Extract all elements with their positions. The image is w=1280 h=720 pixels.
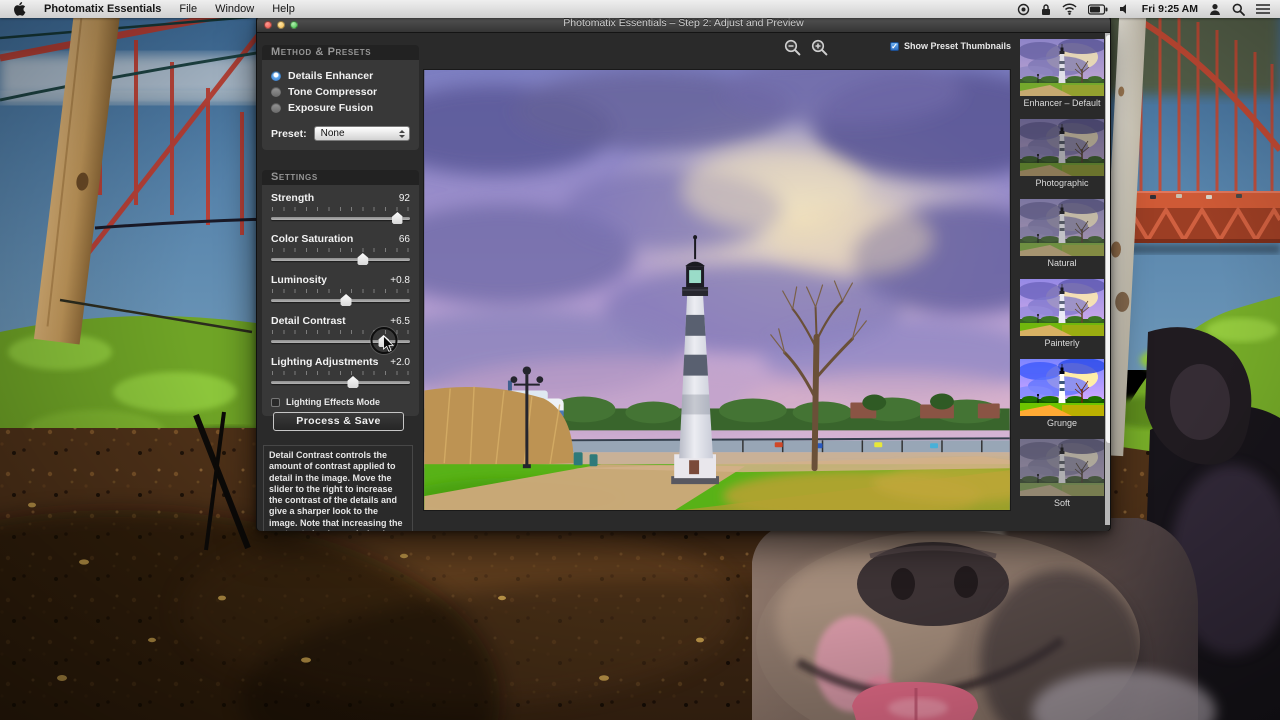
preset-thumbnail-image bbox=[1020, 359, 1104, 416]
radio-icon[interactable] bbox=[271, 86, 281, 97]
slider-track[interactable] bbox=[271, 381, 410, 384]
mouse-cursor-icon bbox=[382, 336, 394, 352]
preset-label: Preset: bbox=[271, 127, 307, 140]
slider-value: +6.5 bbox=[390, 316, 410, 327]
volume-icon[interactable] bbox=[1119, 3, 1131, 15]
apple-menu-icon[interactable] bbox=[14, 2, 26, 16]
method-presets-section: Method & Presets Details Enhancer Tone C… bbox=[262, 45, 419, 150]
detail-contrast-description: Detail Contrast controls the amount of c… bbox=[263, 445, 413, 531]
slider-thumb[interactable] bbox=[357, 253, 369, 265]
menu-item-file[interactable]: File bbox=[179, 3, 197, 15]
radio-tone-compressor[interactable]: Tone Compressor bbox=[271, 84, 410, 99]
menu-item-app[interactable]: Photomatix Essentials bbox=[44, 3, 161, 15]
radio-icon[interactable] bbox=[271, 102, 281, 113]
slider-label: Lighting Adjustments bbox=[271, 356, 379, 368]
radio-selected-icon[interactable] bbox=[271, 70, 281, 81]
slider-value: 66 bbox=[398, 234, 410, 245]
slider-ticks bbox=[272, 248, 409, 252]
slider-ticks bbox=[272, 289, 409, 293]
preview-image bbox=[423, 69, 1011, 511]
battery-icon[interactable] bbox=[1087, 3, 1108, 15]
slider-ticks bbox=[272, 207, 409, 211]
preset-thumb-grunge[interactable]: Grunge bbox=[1020, 359, 1104, 428]
slider-color-saturation: Color Saturation 66 bbox=[271, 233, 410, 266]
slider-luminosity: Luminosity +0.8 bbox=[271, 274, 410, 307]
window-title-bar[interactable]: Photomatix Essentials – Step 2: Adjust a… bbox=[257, 16, 1110, 33]
preset-thumbnail-image bbox=[1020, 279, 1104, 336]
slider-label: Detail Contrast bbox=[271, 315, 346, 327]
preset-thumbnail-image bbox=[1020, 439, 1104, 496]
scrollbar-track[interactable] bbox=[1105, 33, 1110, 525]
mouse-cursor-ring bbox=[370, 327, 398, 354]
slider-label: Color Saturation bbox=[271, 233, 354, 245]
radio-details-enhancer[interactable]: Details Enhancer bbox=[271, 68, 410, 83]
preset-dropdown[interactable]: None bbox=[313, 126, 410, 141]
checkbox-checked-icon[interactable]: ✓ bbox=[889, 41, 899, 51]
method-presets-header: Method & Presets bbox=[262, 45, 419, 60]
lighting-effects-mode-checkbox[interactable]: Lighting Effects Mode bbox=[271, 397, 410, 407]
slider-label: Luminosity bbox=[271, 274, 328, 286]
settings-header: Settings bbox=[262, 170, 419, 185]
checkbox-unchecked-icon[interactable] bbox=[271, 397, 280, 407]
wifi-icon[interactable] bbox=[1062, 3, 1077, 15]
zoom-in-icon[interactable] bbox=[811, 39, 828, 56]
menu-item-window[interactable]: Window bbox=[215, 3, 254, 15]
preset-thumb-photographic[interactable]: Photographic bbox=[1020, 119, 1104, 188]
scrollbar-thumb[interactable] bbox=[1105, 35, 1110, 443]
slider-track[interactable] bbox=[271, 258, 410, 261]
stepper-icon bbox=[396, 128, 407, 139]
window-title: Photomatix Essentials – Step 2: Adjust a… bbox=[563, 17, 804, 29]
settings-section: Settings Strength 92 Color Saturation 66 Lum… bbox=[262, 170, 419, 416]
preset-thumbnail-image bbox=[1020, 39, 1104, 96]
preset-thumbnail-image bbox=[1020, 199, 1104, 256]
slider-track[interactable] bbox=[271, 217, 410, 220]
slider-lighting-adjustments: Lighting Adjustments +2.0 bbox=[271, 356, 410, 389]
slider-value: +2.0 bbox=[390, 357, 410, 368]
slider-thumb[interactable] bbox=[391, 212, 403, 224]
menu-clock[interactable]: Fri 9:25 AM bbox=[1142, 3, 1198, 15]
record-icon[interactable] bbox=[1017, 3, 1030, 16]
preset-thumb-natural[interactable]: Natural bbox=[1020, 199, 1104, 268]
slider-detail-contrast: Detail Contrast +6.5 bbox=[271, 315, 410, 354]
menu-bar: Photomatix Essentials File Window Help F… bbox=[0, 0, 1280, 18]
slider-track[interactable] bbox=[271, 299, 410, 302]
preset-dropdown-value: None bbox=[320, 128, 345, 139]
preset-thumb-painterly[interactable]: Painterly bbox=[1020, 279, 1104, 348]
slider-strength: Strength 92 bbox=[271, 192, 410, 225]
slider-thumb[interactable] bbox=[347, 376, 359, 388]
preset-thumb-enhancer-default[interactable]: Enhancer – Default bbox=[1020, 39, 1104, 108]
preset-thumb-soft[interactable]: Soft bbox=[1020, 439, 1104, 508]
app-window: Photomatix Essentials – Step 2: Adjust a… bbox=[256, 15, 1111, 531]
radio-exposure-fusion[interactable]: Exposure Fusion bbox=[271, 100, 410, 115]
slider-value: 92 bbox=[398, 193, 410, 204]
menu-item-help[interactable]: Help bbox=[272, 3, 295, 15]
lock-icon[interactable] bbox=[1041, 3, 1051, 16]
slider-ticks bbox=[272, 371, 409, 375]
show-preset-thumbnails-checkbox[interactable]: ✓ Show Preset Thumbnails bbox=[889, 41, 1011, 51]
zoom-out-icon[interactable] bbox=[784, 39, 801, 56]
presets-panel: Enhancer – Default Photographic Natural … bbox=[1015, 33, 1110, 531]
preset-thumbnail-image bbox=[1020, 119, 1104, 176]
user-icon[interactable] bbox=[1209, 3, 1221, 16]
slider-thumb[interactable] bbox=[340, 294, 352, 306]
spotlight-icon[interactable] bbox=[1232, 3, 1245, 16]
slider-label: Strength bbox=[271, 192, 315, 204]
notification-center-icon[interactable] bbox=[1256, 3, 1270, 15]
slider-value: +0.8 bbox=[390, 275, 410, 286]
process-save-button[interactable]: Process & Save bbox=[273, 412, 404, 431]
window-content: Method & Presets Details Enhancer Tone C… bbox=[257, 33, 1110, 531]
screen: { "menu_bar": { "app_name": "Photomatix … bbox=[0, 0, 1280, 720]
